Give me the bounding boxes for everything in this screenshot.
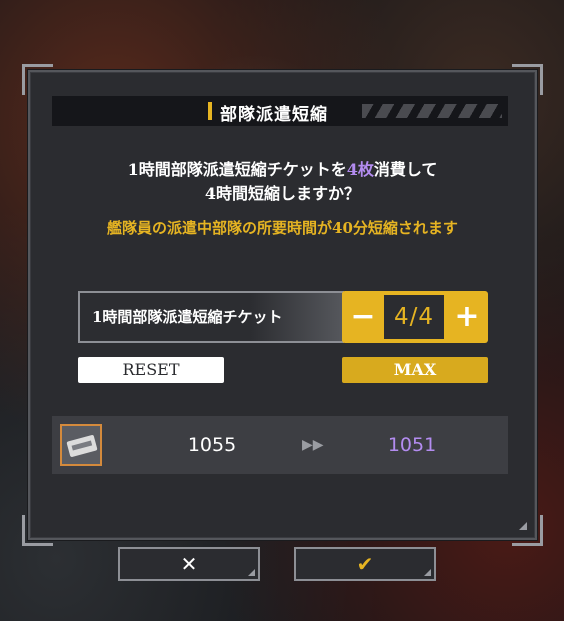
title-stripes-decoration [362,104,502,118]
frame-corner-bottom-right [512,515,543,546]
ticket-icon [66,434,98,458]
reset-button[interactable]: RESET [78,357,224,383]
dialog-title: 部隊派遣短縮 [220,105,328,125]
ticket-count-change-row: 1055 ▶▶ 1051 [52,416,508,474]
dialog-corner-mark [519,522,527,530]
ticket-selector: 1時間部隊派遣短縮チケット − 4/4 + [78,291,488,343]
button-corner-mark [248,569,255,576]
message-text: 消費して [373,160,438,179]
ticket-quantity-highlight: 4枚 [346,160,374,179]
title-accent-bar [208,102,212,120]
minus-icon[interactable]: − [342,291,384,343]
ticket-name: 1時間部隊派遣短縮チケット [78,291,344,343]
cancel-button[interactable]: ✕ [118,547,260,581]
max-button[interactable]: MAX [342,357,488,383]
quantity-display: 4/4 [384,295,444,339]
confirm-message: 1時間部隊派遣短縮チケットを4枚消費して 4時間短縮しますか？ [30,158,535,206]
frame-corner-bottom-left [22,515,53,546]
confirm-message-line1: 1時間部隊派遣短縮チケットを4枚消費して [30,158,535,182]
plus-icon[interactable]: + [446,291,488,343]
frame-corner-top-left [22,64,53,95]
frame-corner-top-right [512,64,543,95]
dialog-title-bar: 部隊派遣短縮 [52,96,508,126]
confirm-button[interactable]: ✔ [294,547,436,581]
count-before: 1055 [187,434,237,456]
ticket-item-icon [60,424,102,466]
button-corner-mark [424,569,431,576]
quantity-stepper: − 4/4 + [342,291,488,343]
dispatch-shorten-dialog: 部隊派遣短縮 1時間部隊派遣短縮チケットを4枚消費して 4時間短縮しますか？ 艦… [22,64,543,546]
close-icon: ✕ [180,552,198,576]
effect-note: 艦隊員の派遣中部隊の所要時間が40分短縮されます [107,219,458,237]
message-text: 1時間部隊派遣短縮チケットを [127,160,347,179]
count-after: 1051 [387,434,437,456]
double-arrow-icon: ▶▶ [302,437,324,453]
confirm-message-line2: 4時間短縮しますか？ [204,184,361,203]
check-icon: ✔ [356,552,374,576]
